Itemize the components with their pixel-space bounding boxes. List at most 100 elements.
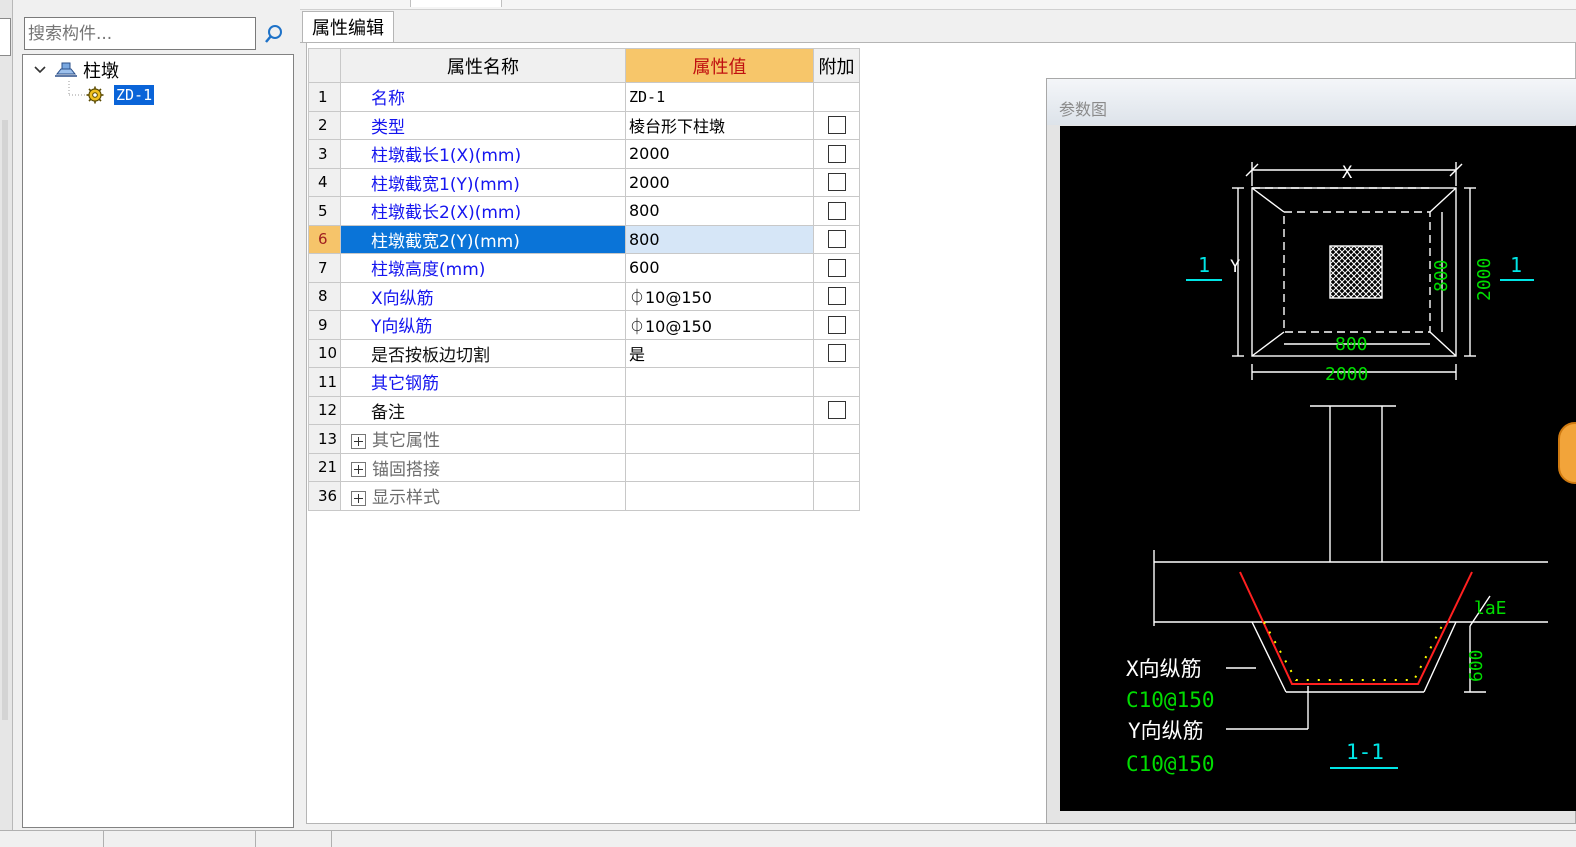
property-name: X向纵筋 xyxy=(371,288,434,309)
property-value[interactable]: 800 xyxy=(625,196,814,226)
extra-cell xyxy=(813,424,860,454)
parameter-diagram: X Y 800 2000 800 2000 1 1 laE 600 X向纵筋 C… xyxy=(1060,126,1576,811)
search-button[interactable] xyxy=(258,17,290,50)
extra-checkbox[interactable] xyxy=(827,173,846,192)
property-table: 属性名称 属性值 附加 1 名称 ZD-1 2 类型 棱台形下柱墩 3 柱墩截长… xyxy=(308,48,860,511)
property-value[interactable]: ⏀10@150 xyxy=(625,281,814,311)
table-row[interactable]: 8 X向纵筋 ⏀10@150 xyxy=(308,281,860,311)
rebar-line xyxy=(1239,571,1473,685)
tab-property-editor[interactable]: 属性编辑 xyxy=(302,11,394,42)
extra-checkbox[interactable] xyxy=(827,144,846,163)
table-group-row[interactable]: 13 其它属性 xyxy=(308,424,860,454)
y-rebar-value: C10@150 xyxy=(1126,752,1215,776)
property-value[interactable]: ZD-1 xyxy=(625,82,814,112)
table-header-row: 属性名称 属性值 附加 xyxy=(308,48,860,83)
table-row[interactable]: 7 柱墩高度(mm) 600 xyxy=(308,253,860,283)
extra-checkbox[interactable] xyxy=(827,344,846,363)
row-number: 9 xyxy=(308,310,341,340)
tree-connector xyxy=(68,81,85,96)
status-cell xyxy=(0,831,104,847)
section-label-left: 1 xyxy=(1198,253,1210,277)
x-rebar-value: C10@150 xyxy=(1126,688,1215,712)
tree-child-label: ZD-1 xyxy=(114,85,155,105)
status-cell xyxy=(256,831,332,847)
dim-2000-h: 2000 xyxy=(1325,364,1368,385)
extra-checkbox[interactable] xyxy=(827,116,846,135)
property-value[interactable]: 2000 xyxy=(625,167,814,197)
header-extra[interactable]: 附加 xyxy=(813,48,860,83)
table-row[interactable]: 9 Y向纵筋 ⏀10@150 xyxy=(308,310,860,340)
chevron-down-icon[interactable] xyxy=(33,63,47,77)
property-value[interactable] xyxy=(625,395,814,425)
search-input[interactable] xyxy=(24,17,256,50)
side-expand-handle[interactable] xyxy=(1558,422,1576,484)
extra-checkbox[interactable] xyxy=(827,287,846,306)
table-row[interactable]: 1 名称 ZD-1 xyxy=(308,82,860,112)
row-number: 1 xyxy=(308,82,341,112)
diagram-title: 参数图 xyxy=(1059,100,1108,119)
toolbar-field-stub[interactable] xyxy=(410,0,502,7)
header-property-name[interactable]: 属性名称 xyxy=(340,48,626,83)
extra-checkbox[interactable] xyxy=(827,401,846,420)
tree-root-label: 柱墩 xyxy=(83,61,119,82)
property-name: 柱墩截宽2(Y)(mm) xyxy=(371,231,520,252)
dim-y: Y xyxy=(1230,257,1240,277)
tree-node-child[interactable]: ZD-1 xyxy=(85,84,155,106)
extra-checkbox[interactable] xyxy=(827,258,846,277)
tree-node-root[interactable]: 柱墩 xyxy=(33,59,119,82)
table-row[interactable]: 12 备注 xyxy=(308,395,860,425)
expand-plus-icon[interactable] xyxy=(351,462,366,478)
extra-cell xyxy=(813,452,860,482)
header-row-num xyxy=(308,48,341,83)
y-rebar-label: Y向纵筋 xyxy=(1128,719,1204,743)
table-group-row[interactable]: 21 锚固搭接 xyxy=(308,452,860,482)
table-row[interactable]: 10 是否按板边切割 是 xyxy=(308,338,860,368)
property-value[interactable]: 800 xyxy=(625,224,814,254)
status-bar xyxy=(0,830,1576,847)
group-name: 其它属性 xyxy=(372,431,440,452)
table-row[interactable]: 5 柱墩截长2(X)(mm) 800 xyxy=(308,196,860,226)
extra-checkbox[interactable] xyxy=(827,315,846,334)
row-number: 4 xyxy=(308,167,341,197)
property-value[interactable]: 600 xyxy=(625,253,814,283)
property-name: 柱墩截长2(X)(mm) xyxy=(371,203,522,224)
property-name: 柱墩截宽1(Y)(mm) xyxy=(371,174,520,195)
property-value[interactable]: 2000 xyxy=(625,139,814,169)
property-name: 备注 xyxy=(371,402,405,423)
x-rebar-label: X向纵筋 xyxy=(1126,657,1202,681)
extra-checkbox[interactable] xyxy=(827,230,846,249)
group-name: 锚固搭接 xyxy=(372,459,440,480)
expand-plus-icon[interactable] xyxy=(351,490,366,506)
header-property-value[interactable]: 属性值 xyxy=(625,48,814,83)
row-number: 5 xyxy=(308,196,341,226)
extra-cell xyxy=(813,367,860,397)
property-value[interactable] xyxy=(625,367,814,397)
table-row[interactable]: 2 类型 棱台形下柱墩 xyxy=(308,110,860,140)
property-value[interactable]: 棱台形下柱墩 xyxy=(625,110,814,140)
row-number: 12 xyxy=(308,395,341,425)
status-message xyxy=(332,831,1575,847)
dock-scrollbar[interactable] xyxy=(2,120,8,720)
status-cell xyxy=(104,831,256,847)
table-row-selected[interactable]: 6 柱墩截宽2(Y)(mm) 800 xyxy=(308,224,860,254)
row-number: 2 xyxy=(308,110,341,140)
table-row[interactable]: 3 柱墩截长1(X)(mm) 2000 xyxy=(308,139,860,169)
expand-plus-icon[interactable] xyxy=(351,433,366,449)
extra-checkbox[interactable] xyxy=(827,201,846,220)
property-name: 类型 xyxy=(371,117,405,138)
column-hatch xyxy=(1329,245,1383,299)
property-value xyxy=(625,424,814,454)
row-number: 3 xyxy=(308,139,341,169)
property-value[interactable]: ⏀10@150 xyxy=(625,310,814,340)
table-row[interactable]: 4 柱墩截宽1(Y)(mm) 2000 xyxy=(308,167,860,197)
table-row[interactable]: 11 其它钢筋 xyxy=(308,367,860,397)
table-group-row[interactable]: 36 显示样式 xyxy=(308,481,860,511)
row-number: 21 xyxy=(308,452,341,482)
left-dock-strip xyxy=(0,0,13,830)
group-name: 显示样式 xyxy=(372,488,440,509)
dock-tab-stub[interactable] xyxy=(0,18,11,56)
section-label-right: 1 xyxy=(1510,253,1522,277)
search-icon xyxy=(265,24,282,43)
property-name: 柱墩高度(mm) xyxy=(371,260,486,281)
property-value[interactable]: 是 xyxy=(625,338,814,368)
